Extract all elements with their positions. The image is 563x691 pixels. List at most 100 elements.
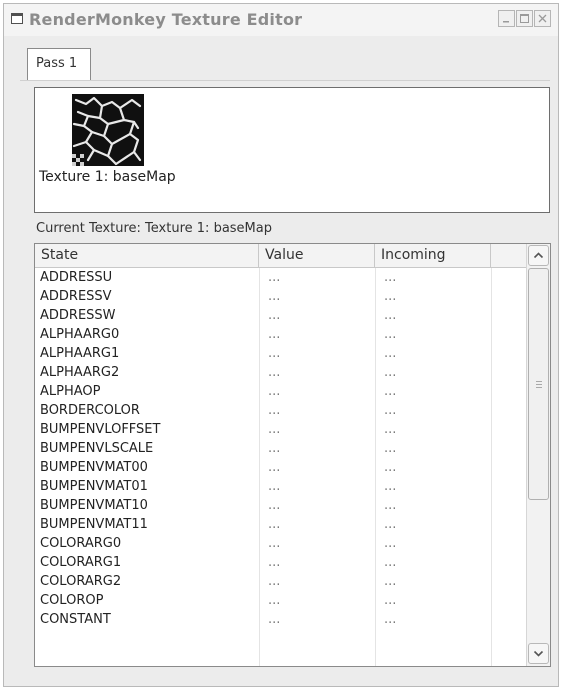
value-cell[interactable]: ... xyxy=(259,325,375,344)
scroll-down-button[interactable] xyxy=(528,643,549,664)
grid-rows: ADDRESSU...... ADDRESSV...... ADDRESSW....… xyxy=(35,268,527,629)
incoming-cell[interactable]: ... xyxy=(375,268,491,287)
state-cell: BUMPENVLSCALE xyxy=(40,441,154,456)
state-cell: ADDRESSW xyxy=(40,308,116,323)
value-cell[interactable]: ... xyxy=(259,439,375,458)
value-cell[interactable]: ... xyxy=(259,591,375,610)
close-icon xyxy=(538,14,547,23)
incoming-cell[interactable]: ... xyxy=(375,287,491,306)
incoming-cell[interactable]: ... xyxy=(375,401,491,420)
incoming-cell[interactable]: ... xyxy=(375,363,491,382)
table-row[interactable]: ALPHAARG1...... xyxy=(35,344,527,363)
value-cell[interactable]: ... xyxy=(259,553,375,572)
chevron-down-icon xyxy=(533,650,544,657)
incoming-cell[interactable]: ... xyxy=(375,477,491,496)
window-title: RenderMonkey Texture Editor xyxy=(29,10,303,29)
table-row[interactable]: ADDRESSV...... xyxy=(35,287,527,306)
table-row[interactable]: ALPHAOP...... xyxy=(35,382,527,401)
incoming-cell[interactable]: ... xyxy=(375,610,491,629)
close-button[interactable] xyxy=(534,10,551,27)
table-row[interactable]: BUMPENVMAT10...... xyxy=(35,496,527,515)
maximize-icon xyxy=(520,14,529,23)
table-row[interactable]: COLORARG2...... xyxy=(35,572,527,591)
incoming-cell[interactable]: ... xyxy=(375,306,491,325)
state-cell: ALPHAOP xyxy=(40,384,101,399)
value-cell[interactable]: ... xyxy=(259,306,375,325)
minimize-button[interactable] xyxy=(498,10,515,27)
incoming-cell[interactable]: ... xyxy=(375,534,491,553)
table-row[interactable]: BUMPENVLSCALE...... xyxy=(35,439,527,458)
column-header-state[interactable]: State xyxy=(35,244,259,267)
texture-editor-window: RenderMonkey Texture Editor Pass 1 Textu… xyxy=(3,3,559,687)
value-cell[interactable]: ... xyxy=(259,344,375,363)
table-row[interactable]: BUMPENVMAT11...... xyxy=(35,515,527,534)
tab-divider xyxy=(20,80,550,81)
table-row[interactable]: CONSTANT...... xyxy=(35,610,527,629)
table-row[interactable]: ALPHAARG2...... xyxy=(35,363,527,382)
incoming-cell[interactable]: ... xyxy=(375,515,491,534)
state-cell: CONSTANT xyxy=(40,612,111,627)
value-cell[interactable]: ... xyxy=(259,610,375,629)
column-header-value[interactable]: Value xyxy=(259,244,375,267)
table-row[interactable]: COLORARG1...... xyxy=(35,553,527,572)
state-cell: BUMPENVMAT11 xyxy=(40,517,148,532)
title-bar[interactable]: RenderMonkey Texture Editor xyxy=(4,4,558,36)
value-cell[interactable]: ... xyxy=(259,572,375,591)
texture-thumbnail[interactable] xyxy=(72,94,144,166)
state-cell: BUMPENVLOFFSET xyxy=(40,422,161,437)
minimize-icon xyxy=(503,21,509,23)
value-cell[interactable]: ... xyxy=(259,382,375,401)
texture-name-label: Texture 1: baseMap xyxy=(39,169,176,185)
value-cell[interactable]: ... xyxy=(259,458,375,477)
current-texture-label: Current Texture: Texture 1: baseMap xyxy=(36,221,272,236)
table-row[interactable]: COLORARG0...... xyxy=(35,534,527,553)
value-cell[interactable]: ... xyxy=(259,287,375,306)
value-cell[interactable]: ... xyxy=(259,401,375,420)
state-cell: BUMPENVMAT01 xyxy=(40,479,148,494)
maximize-button[interactable] xyxy=(516,10,533,27)
value-cell[interactable]: ... xyxy=(259,363,375,382)
state-cell: ADDRESSV xyxy=(40,289,112,304)
value-cell[interactable]: ... xyxy=(259,477,375,496)
incoming-cell[interactable]: ... xyxy=(375,572,491,591)
table-row[interactable]: BUMPENVLOFFSET...... xyxy=(35,420,527,439)
incoming-cell[interactable]: ... xyxy=(375,325,491,344)
table-row[interactable]: BUMPENVMAT00...... xyxy=(35,458,527,477)
state-cell: BUMPENVMAT10 xyxy=(40,498,148,513)
column-header-incoming[interactable]: Incoming xyxy=(375,244,491,267)
state-cell: ADDRESSU xyxy=(40,270,113,285)
scroll-thumb[interactable] xyxy=(528,268,549,500)
state-cell: COLOROP xyxy=(40,593,104,608)
grip-icon xyxy=(536,381,542,388)
state-cell: BORDERCOLOR xyxy=(40,403,140,418)
incoming-cell[interactable]: ... xyxy=(375,439,491,458)
value-cell[interactable]: ... xyxy=(259,420,375,439)
tab-pass-1[interactable]: Pass 1 xyxy=(27,48,91,81)
value-cell[interactable]: ... xyxy=(259,496,375,515)
scroll-up-button[interactable] xyxy=(528,245,549,266)
vertical-scrollbar[interactable] xyxy=(526,244,550,666)
incoming-cell[interactable]: ... xyxy=(375,553,491,572)
table-row[interactable]: ADDRESSU...... xyxy=(35,268,527,287)
state-cell: COLORARG2 xyxy=(40,574,122,589)
incoming-cell[interactable]: ... xyxy=(375,420,491,439)
incoming-cell[interactable]: ... xyxy=(375,344,491,363)
state-cell: BUMPENVMAT00 xyxy=(40,460,148,475)
state-cell: ALPHAARG0 xyxy=(40,327,120,342)
incoming-cell[interactable]: ... xyxy=(375,496,491,515)
state-cell: COLORARG1 xyxy=(40,555,122,570)
value-cell[interactable]: ... xyxy=(259,534,375,553)
table-row[interactable]: COLOROP...... xyxy=(35,591,527,610)
incoming-cell[interactable]: ... xyxy=(375,591,491,610)
table-row[interactable]: ADDRESSW...... xyxy=(35,306,527,325)
state-cell: COLORARG0 xyxy=(40,536,122,551)
value-cell[interactable]: ... xyxy=(259,268,375,287)
incoming-cell[interactable]: ... xyxy=(375,458,491,477)
table-row[interactable]: BORDERCOLOR...... xyxy=(35,401,527,420)
state-cell: ALPHAARG2 xyxy=(40,365,120,380)
table-row[interactable]: ALPHAARG0...... xyxy=(35,325,527,344)
value-cell[interactable]: ... xyxy=(259,515,375,534)
table-row[interactable]: BUMPENVMAT01...... xyxy=(35,477,527,496)
incoming-cell[interactable]: ... xyxy=(375,382,491,401)
grid-header: State Value Incoming xyxy=(35,244,527,268)
